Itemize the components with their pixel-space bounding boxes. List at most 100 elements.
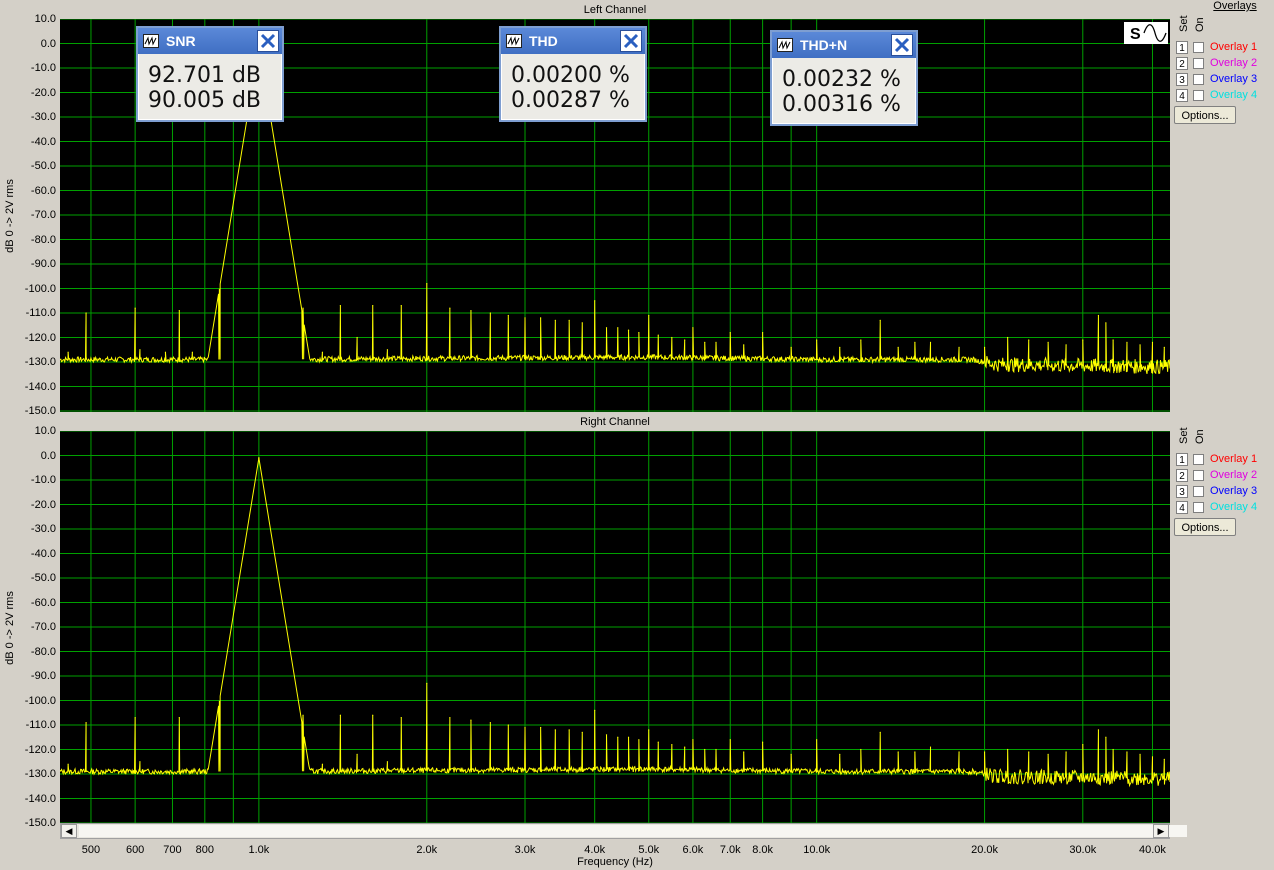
overlay-set-button[interactable]: 1: [1176, 41, 1188, 54]
y-tick-label: -130.0: [24, 356, 56, 368]
spur-peak: [692, 327, 694, 329]
overlay-set-button[interactable]: 4: [1176, 89, 1188, 102]
y-tick-label: -20.0: [30, 86, 56, 99]
spur-peak: [1082, 339, 1084, 341]
spur-peak: [489, 312, 491, 314]
overlays-panel-left: Overlays Set On 1 Overlay 1 2 Overlay 2 …: [1174, 0, 1272, 128]
spur-peak: [816, 739, 818, 741]
spur-peak: [1112, 339, 1114, 341]
y-tick-label: 10.0: [34, 425, 56, 437]
spur-peak: [657, 334, 659, 336]
spur-peak: [524, 317, 526, 319]
overlay-checkbox[interactable]: [1193, 502, 1204, 513]
spur-peak: [1065, 344, 1067, 346]
right-channel-plot[interactable]: [60, 431, 1170, 824]
close-icon[interactable]: [257, 30, 279, 52]
spur-peak: [914, 751, 916, 753]
spur-peak: [568, 319, 570, 321]
spur-peak: [790, 346, 792, 348]
spur-peak: [356, 753, 358, 755]
horizontal-scrollbar[interactable]: ◀ ▶: [60, 823, 1187, 839]
x-tick-label: 30.0k: [1069, 844, 1097, 856]
spur-peak: [178, 717, 180, 719]
thdn-meter-header[interactable]: THD+N: [772, 32, 916, 58]
overlay-set-button[interactable]: 2: [1176, 57, 1188, 70]
y-tick-label: -140.0: [24, 380, 56, 393]
on-column-label: On: [1194, 17, 1206, 32]
spur-peak: [983, 751, 986, 753]
spur-peak: [617, 327, 619, 329]
x-tick-label: 10.0k: [803, 844, 831, 856]
thdn-meter-title: THD+N: [800, 37, 848, 53]
sine-generator-icon[interactable]: S: [1124, 22, 1168, 44]
spur-peak: [568, 729, 570, 731]
y-tick-label: -100.0: [24, 694, 56, 707]
overlay-checkbox[interactable]: [1193, 470, 1204, 481]
spur-peak: [715, 341, 717, 343]
spur-peak: [704, 341, 706, 343]
overlay-label: Overlay 2: [1210, 469, 1258, 481]
thd-meter[interactable]: THD 0.00200 % 0.00287 %: [499, 26, 647, 122]
spur-peak: [302, 307, 304, 309]
spur-peak: [321, 763, 324, 765]
spur-peak: [218, 714, 221, 716]
spur-peak: [67, 763, 69, 765]
y-tick-label: -10.0: [30, 474, 56, 486]
overlay-checkbox[interactable]: [1193, 42, 1204, 53]
spur-peak: [1139, 344, 1141, 346]
spur-peak: [85, 312, 87, 314]
fundamental-peak: [258, 457, 260, 459]
spur-peak: [914, 341, 916, 343]
spur-peak: [540, 726, 542, 729]
spur-peak: [1163, 346, 1165, 348]
spur-peak: [581, 322, 583, 324]
overlay-label: Overlay 1: [1210, 453, 1258, 465]
y-tick-label: -110.0: [25, 307, 56, 319]
thdn-value-left: 0.00232 %: [782, 67, 901, 92]
spur-peak: [762, 332, 764, 334]
spur-peak: [879, 319, 881, 321]
spur-peak: [1105, 322, 1107, 324]
spur-peak: [1139, 753, 1141, 755]
x-axis-label: Frequency (Hz): [577, 856, 653, 868]
svg-text:S: S: [1130, 26, 1141, 43]
overlay-checkbox[interactable]: [1193, 74, 1204, 85]
snr-meter-header[interactable]: SNR: [138, 28, 282, 54]
close-icon[interactable]: [620, 30, 642, 52]
overlay-checkbox[interactable]: [1193, 454, 1204, 465]
y-tick-label: -70.0: [30, 621, 56, 633]
overlay-set-button[interactable]: 4: [1176, 501, 1188, 514]
set-column-label: Set: [1178, 427, 1190, 444]
spur-peak: [627, 329, 630, 331]
scroll-left-button[interactable]: ◀: [61, 824, 77, 838]
overlay-set-button[interactable]: 3: [1176, 73, 1188, 86]
spur-peak: [684, 339, 686, 341]
y-tick-label: -90.0: [30, 258, 56, 270]
thd-meter-title: THD: [529, 33, 558, 49]
snr-meter[interactable]: SNR 92.701 dB 90.005 dB: [136, 26, 284, 122]
spur-peak: [983, 346, 986, 348]
y-tick-label: -30.0: [30, 111, 56, 123]
overlay-checkbox[interactable]: [1193, 90, 1204, 101]
spur-peak: [470, 309, 472, 312]
y-tick-label: -110.0: [25, 719, 56, 731]
overlay-checkbox[interactable]: [1193, 486, 1204, 497]
y-tick-label: -150.0: [24, 405, 56, 417]
overlay-set-button[interactable]: 2: [1176, 469, 1188, 482]
spur-peak: [139, 761, 141, 763]
close-icon[interactable]: [891, 34, 913, 56]
overlay-set-button[interactable]: 1: [1176, 453, 1188, 466]
spur-peak: [729, 739, 731, 741]
scroll-right-button[interactable]: ▶: [1153, 824, 1169, 838]
spur-peak: [860, 339, 862, 341]
thd-meter-header[interactable]: THD: [501, 28, 645, 54]
scroll-thumb[interactable]: [79, 825, 1187, 837]
thd-value-left: 0.00200 %: [511, 63, 630, 88]
spur-peak: [605, 734, 608, 736]
options-button[interactable]: Options...: [1174, 518, 1236, 536]
thdn-meter[interactable]: THD+N 0.00232 % 0.00316 %: [770, 30, 918, 126]
overlay-checkbox[interactable]: [1193, 58, 1204, 69]
options-button[interactable]: Options...: [1174, 106, 1236, 124]
overlay-set-button[interactable]: 3: [1176, 485, 1188, 498]
spur-peak: [627, 736, 630, 738]
